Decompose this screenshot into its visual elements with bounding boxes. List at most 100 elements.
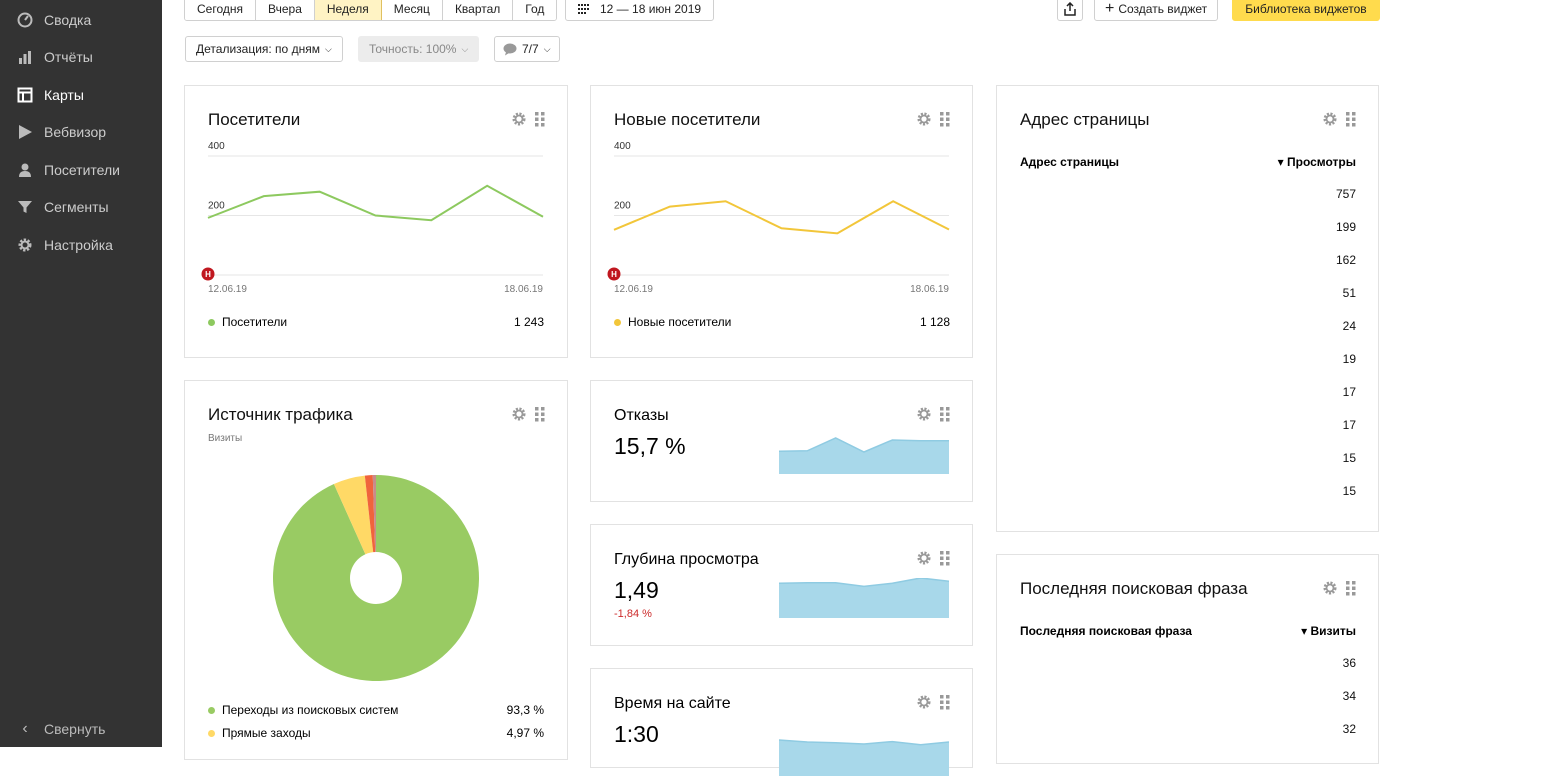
widget-tools [916, 406, 950, 427]
period-month[interactable]: Месяц [382, 0, 443, 20]
table-row: 17 [1343, 418, 1356, 432]
sidebar-item-summary[interactable]: Сводка [0, 5, 162, 35]
gear-icon[interactable] [916, 406, 932, 427]
map-layout-icon [16, 86, 34, 104]
legend-dot [614, 319, 621, 326]
export-button[interactable] [1057, 0, 1083, 21]
annotation-marker[interactable]: Н [202, 268, 215, 281]
legend-label: Новые посетители [628, 315, 731, 329]
collapse-sidebar-button[interactable]: ‹ Свернуть [0, 714, 162, 744]
collapse-label: Свернуть [44, 721, 105, 737]
accuracy-dropdown[interactable]: Точность: 100% ⌵ [358, 36, 479, 62]
table-row: 162 [1336, 253, 1356, 267]
table-row: 15 [1343, 484, 1356, 498]
legend-dot [208, 707, 215, 714]
drag-handle-icon[interactable] [940, 406, 950, 427]
widget-traffic-source: Источник трафика Визиты Переходы из поис… [184, 380, 568, 760]
table-header: Последняя поисковая фраза ▾ Визиты [1020, 624, 1356, 638]
x-tick-label: 12.06.19 [614, 284, 653, 295]
traffic-source-pie-chart [185, 463, 569, 693]
drag-handle-icon[interactable] [1346, 580, 1356, 601]
widget-title: Адрес страницы [1020, 110, 1149, 130]
pie-hole [350, 552, 402, 604]
chevron-down-icon: ⌵ [461, 44, 468, 55]
sidebar-item-webvisor[interactable]: Вебвизор [0, 117, 162, 147]
marker-label: Н [205, 270, 211, 279]
share-icon [1064, 2, 1076, 16]
table-row: 17 [1343, 385, 1356, 399]
sidebar-item-label: Сегменты [44, 199, 109, 215]
table-row: 199 [1336, 220, 1356, 234]
period-yesterday[interactable]: Вчера [256, 0, 315, 20]
column-header-views[interactable]: ▾ Просмотры [1278, 155, 1356, 169]
kpi-value: 1,49 [614, 577, 659, 604]
sidebar-item-label: Карты [44, 87, 84, 103]
gear-icon[interactable] [916, 694, 932, 715]
drag-handle-icon[interactable] [940, 694, 950, 715]
time-on-site-sparkline [779, 736, 949, 776]
table-header: Адрес страницы ▾ Просмотры [1020, 155, 1356, 169]
sidebar-item-label: Настройка [44, 237, 113, 253]
y-tick-label: 400 [614, 141, 631, 152]
series-line [614, 201, 949, 233]
widget-page-address: Адрес страницы Адрес страницы ▾ Просмотр… [996, 85, 1379, 532]
legend-row: Посетители 1 243 [208, 315, 544, 329]
gear-icon[interactable] [1322, 111, 1338, 132]
bar-chart-icon [16, 48, 34, 66]
period-selector: Сегодня Вчера Неделя Месяц Квартал Год [184, 0, 557, 21]
sidebar-item-settings[interactable]: Настройка [0, 230, 162, 260]
widget-title: Источник трафика [208, 405, 353, 425]
gear-icon[interactable] [916, 550, 932, 571]
widget-title: Отказы [614, 407, 669, 425]
comments-label: 7/7 [522, 42, 539, 56]
funnel-icon [16, 198, 34, 216]
widget-new-visitors: Новые посетители 400 200 12.06.19 18.06.19 Н… [590, 85, 973, 358]
gauge-icon [16, 11, 34, 29]
widget-tools [1322, 111, 1356, 132]
period-quarter[interactable]: Квартал [443, 0, 513, 20]
x-tick-label: 18.06.19 [910, 284, 949, 295]
widget-bounces: Отказы 15,7 % [590, 380, 973, 502]
widget-title: Глубина просмотра [614, 551, 759, 569]
sidebar-item-maps[interactable]: Карты [0, 80, 162, 110]
sidebar-item-segments[interactable]: Сегменты [0, 192, 162, 222]
sidebar-item-label: Вебвизор [44, 124, 106, 140]
y-tick-label: 400 [208, 141, 225, 152]
chevron-left-icon: ‹ [16, 720, 34, 738]
legend-row: Новые посетители 1 128 [614, 315, 950, 329]
drag-handle-icon[interactable] [1346, 111, 1356, 132]
comments-dropdown[interactable]: 7/7 ⌵ [494, 36, 560, 62]
chevron-down-icon: ⌵ [325, 44, 332, 55]
period-today[interactable]: Сегодня [185, 0, 256, 20]
create-widget-button[interactable]: + Создать виджет [1094, 0, 1218, 21]
detail-dropdown[interactable]: Детализация: по дням ⌵ [185, 36, 343, 62]
widget-library-button[interactable]: Библиотека виджетов [1232, 0, 1380, 21]
legend-row: Прямые заходы 4,97 % [208, 726, 544, 740]
table-row: 19 [1343, 352, 1356, 366]
annotation-marker[interactable]: Н [608, 268, 621, 281]
legend-value: 93,3 % [507, 703, 544, 717]
column-header-address[interactable]: Адрес страницы [1020, 155, 1119, 169]
drag-handle-icon[interactable] [535, 406, 545, 427]
period-year[interactable]: Год [513, 0, 556, 20]
sidebar-item-label: Посетители [44, 162, 120, 178]
gear-icon[interactable] [1322, 580, 1338, 601]
x-tick-label: 12.06.19 [208, 284, 247, 295]
legend-value: 4,97 % [507, 726, 544, 740]
gear-icon[interactable] [511, 406, 527, 427]
period-week[interactable]: Неделя [315, 0, 382, 20]
sparkline-area [779, 740, 949, 776]
plus-icon: + [1105, 1, 1114, 17]
sidebar-item-reports[interactable]: Отчёты [0, 42, 162, 72]
column-header-phrase[interactable]: Последняя поисковая фраза [1020, 624, 1192, 638]
drag-handle-icon[interactable] [940, 550, 950, 571]
table-row: 757 [1336, 187, 1356, 201]
date-range-button[interactable]: 12 — 18 июн 2019 [565, 0, 714, 21]
legend-dot [208, 730, 215, 737]
sparkline-area [779, 438, 949, 474]
widget-depth: Глубина просмотра 1,49 -1,84 % [590, 524, 973, 646]
column-header-visits[interactable]: ▾ Визиты [1301, 624, 1356, 638]
legend-value: 1 128 [920, 315, 950, 329]
sidebar-item-visitors[interactable]: Посетители [0, 155, 162, 185]
y-tick-label: 200 [614, 201, 631, 212]
